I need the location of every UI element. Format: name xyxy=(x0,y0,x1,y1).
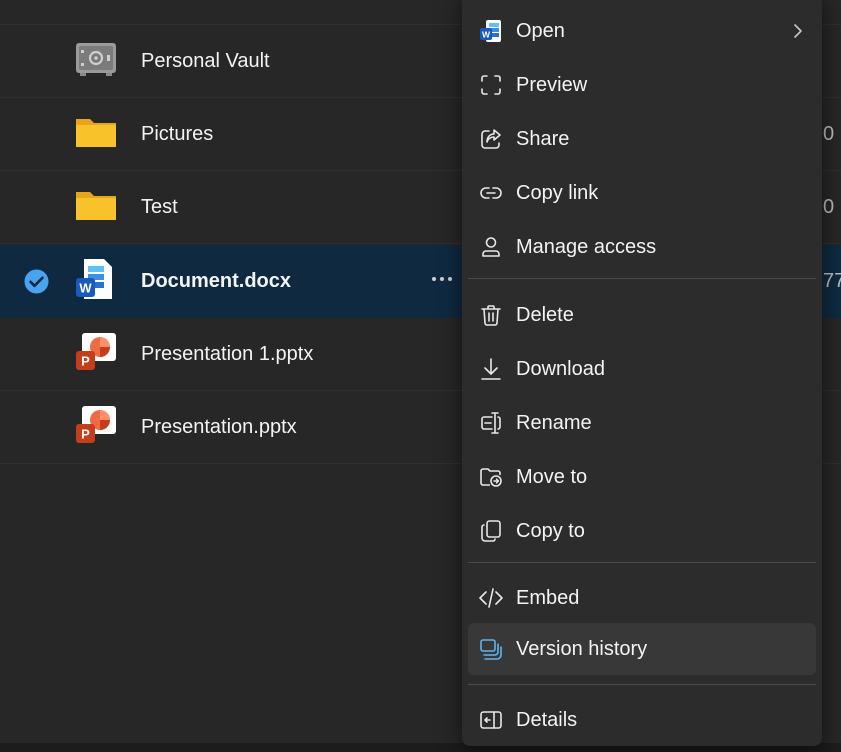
file-name: Presentation 1.pptx xyxy=(141,343,314,365)
menu-divider xyxy=(468,684,816,685)
share-icon xyxy=(481,129,501,149)
menu-label: Share xyxy=(516,128,570,150)
file-name: Test xyxy=(141,196,178,218)
menu-item-details[interactable]: Details xyxy=(468,700,816,740)
copy-icon xyxy=(481,520,501,542)
powerpoint-file-icon: P xyxy=(76,333,116,370)
details-icon xyxy=(480,711,502,729)
menu-item-share[interactable]: Share xyxy=(468,119,816,159)
code-icon xyxy=(479,588,503,608)
menu-divider xyxy=(468,562,816,563)
word-app-icon: W xyxy=(480,20,501,42)
menu-item-delete[interactable]: Delete xyxy=(468,295,816,335)
chevron-right-icon xyxy=(794,24,802,38)
file-meta: 0 xyxy=(823,196,835,218)
menu-label: Open xyxy=(516,20,565,42)
folder-move-icon xyxy=(480,468,502,487)
menu-label: Embed xyxy=(516,587,580,609)
svg-text:P: P xyxy=(81,354,90,369)
vault-icon xyxy=(76,43,116,76)
menu-item-preview[interactable]: Preview xyxy=(468,65,816,105)
powerpoint-file-icon: P xyxy=(76,406,116,443)
link-icon xyxy=(480,187,502,199)
menu-label: Copy link xyxy=(516,182,599,204)
menu-label: Manage access xyxy=(516,236,657,258)
file-name: Document.docx xyxy=(141,270,292,292)
preview-icon xyxy=(481,75,501,95)
person-icon xyxy=(482,237,500,257)
svg-text:W: W xyxy=(482,30,491,40)
menu-label: Download xyxy=(516,358,605,380)
history-icon xyxy=(480,639,502,660)
word-file-icon: W xyxy=(76,259,112,299)
menu-item-copy-to[interactable]: Copy to xyxy=(468,511,816,551)
menu-item-copy-link[interactable]: Copy link xyxy=(468,173,816,213)
menu-label: Preview xyxy=(516,74,588,96)
menu-item-rename[interactable]: Rename xyxy=(468,403,816,443)
svg-text:W: W xyxy=(79,281,92,296)
menu-item-open[interactable]: W Open xyxy=(468,11,816,51)
file-name: Personal Vault xyxy=(141,50,270,72)
file-meta: 77 xyxy=(823,270,841,292)
folder-icon xyxy=(76,119,116,147)
menu-label: Delete xyxy=(516,304,574,326)
menu-label: Move to xyxy=(516,466,588,488)
more-options-icon[interactable] xyxy=(430,267,454,291)
rename-icon xyxy=(481,412,501,434)
download-icon xyxy=(481,358,501,380)
checkmark-circle-icon[interactable] xyxy=(24,269,49,294)
menu-label: Copy to xyxy=(516,520,585,542)
menu-item-download[interactable]: Download xyxy=(468,349,816,389)
file-name: Pictures xyxy=(141,123,214,145)
context-menu: W Open Preview Share Copy link Manage ac… xyxy=(462,0,822,746)
trash-icon xyxy=(481,305,501,326)
folder-icon xyxy=(76,192,116,220)
menu-item-version-history[interactable]: Version history xyxy=(468,623,816,675)
menu-item-embed[interactable]: Embed xyxy=(468,578,816,618)
menu-item-manage-access[interactable]: Manage access xyxy=(468,227,816,267)
menu-divider xyxy=(468,278,816,279)
file-name: Presentation.pptx xyxy=(141,416,297,438)
menu-label: Rename xyxy=(516,412,592,434)
menu-item-move-to[interactable]: Move to xyxy=(468,457,816,497)
menu-label: Details xyxy=(516,709,578,731)
file-meta: 0 xyxy=(823,123,835,145)
svg-text:P: P xyxy=(81,427,90,442)
menu-label: Version history xyxy=(516,638,648,660)
